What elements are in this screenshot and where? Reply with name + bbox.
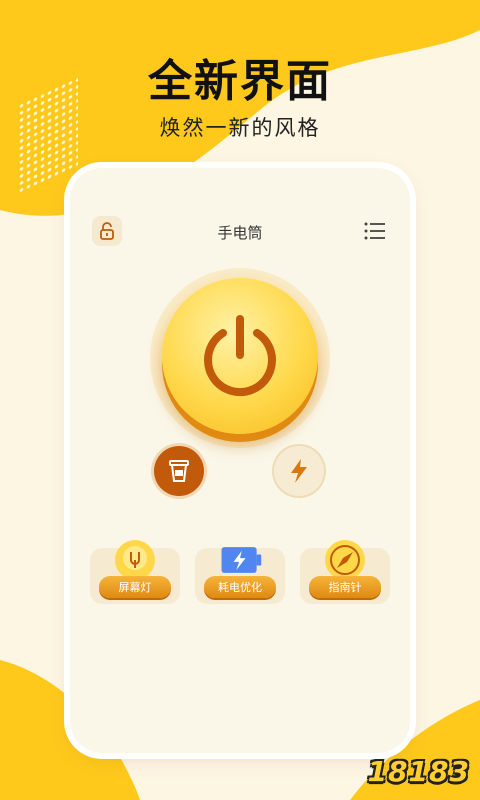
list-menu-icon — [364, 222, 385, 240]
cup-icon — [169, 460, 189, 482]
power-button[interactable] — [162, 278, 318, 434]
tool-label: 屏幕灯 — [99, 576, 171, 598]
tool-compass[interactable]: 指南针 — [300, 540, 390, 604]
promo-title: 全新界面 — [148, 56, 332, 107]
app-title: 手电筒 — [217, 224, 263, 242]
menu-button[interactable] — [362, 218, 388, 244]
power-icon — [204, 315, 276, 397]
tool-battery-optimize[interactable]: 耗电优化 — [195, 547, 285, 604]
sos-button[interactable] — [154, 446, 204, 496]
phone-screen: 手电筒 屏幕灯 耗电优化 指南针 — [70, 168, 410, 753]
tool-screen-light[interactable]: 屏幕灯 — [90, 540, 180, 604]
tool-label: 指南针 — [309, 576, 381, 598]
watermark-logo: 18183 — [367, 755, 470, 788]
promo-subtitle: 焕然一新的风格 — [159, 116, 321, 140]
tool-label: 耗电优化 — [204, 576, 276, 598]
lightning-icon — [291, 459, 307, 483]
flash-button[interactable] — [274, 446, 324, 496]
